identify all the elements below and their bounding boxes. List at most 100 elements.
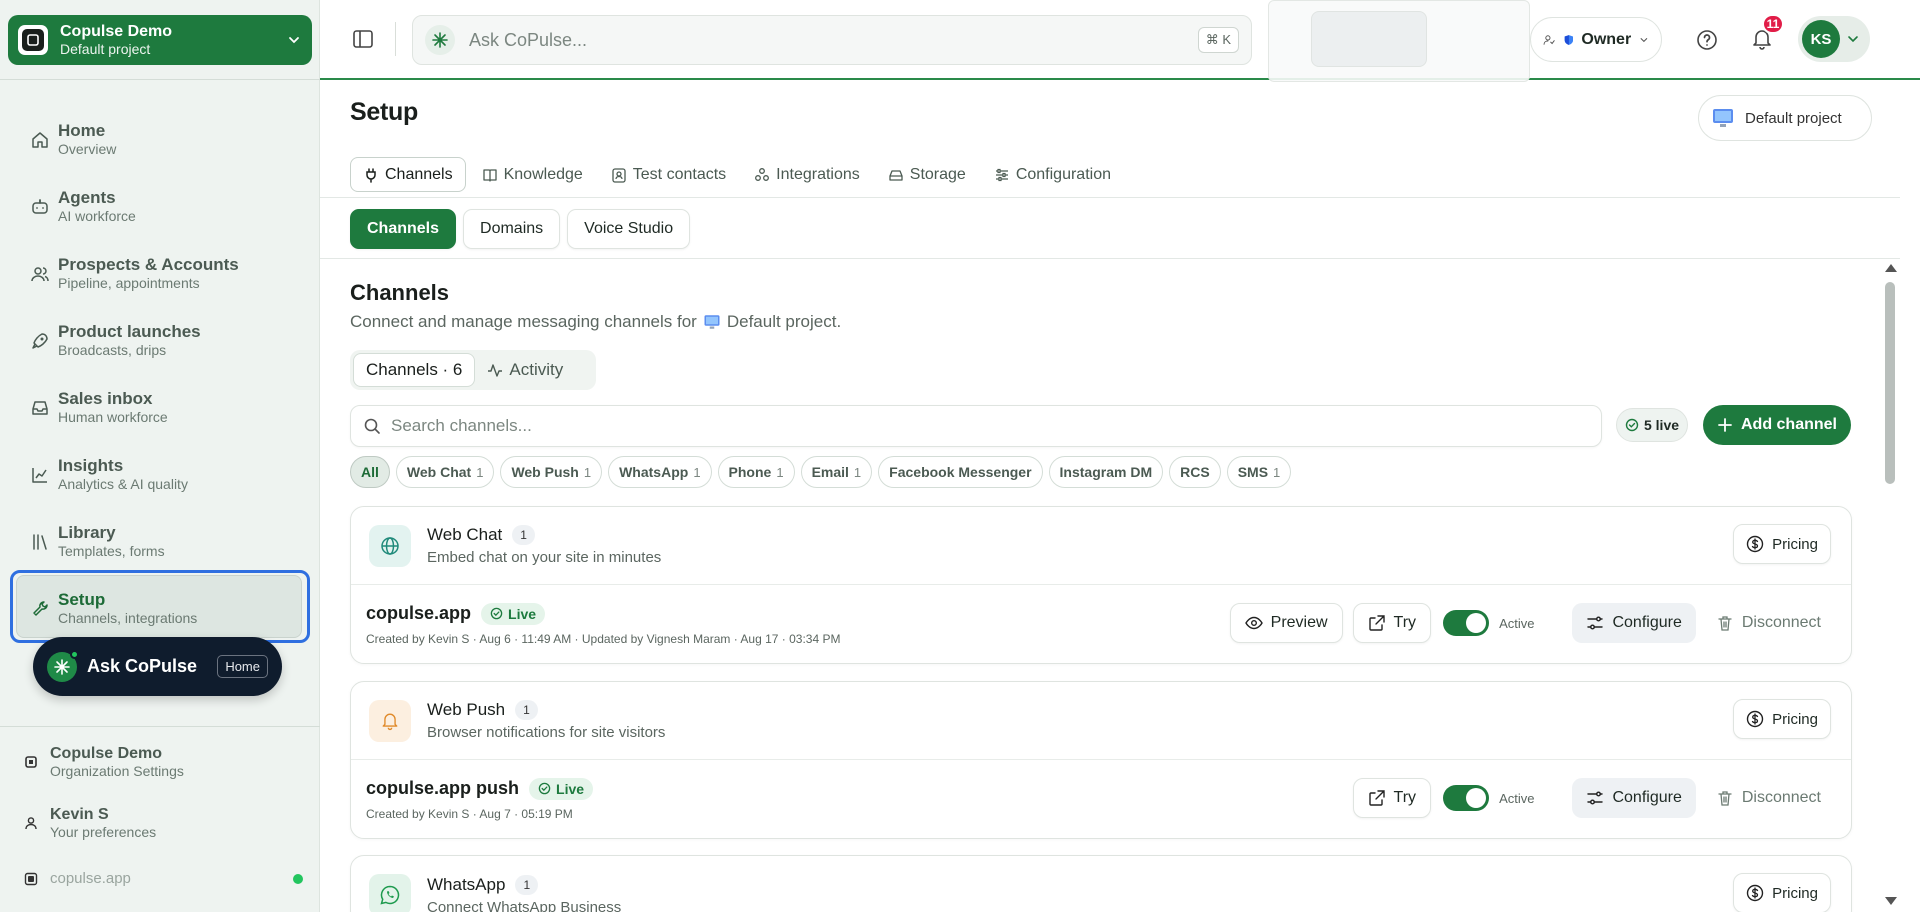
filter-chip-all[interactable]: All [350,456,390,488]
whatsapp-icon [369,874,411,912]
pricing-button[interactable]: Pricing [1733,873,1831,912]
workspace-switcher[interactable]: Copulse Demo Default project [8,15,312,65]
tab-test-contacts[interactable]: Test contacts [599,157,738,192]
inner-tab-activity[interactable]: Activity [475,353,575,387]
filter-chip-phone[interactable]: Phone 1 [717,456,795,488]
filter-chip-facebook-messenger[interactable]: Facebook Messenger [878,456,1043,488]
configure-button[interactable]: Configure [1572,778,1696,818]
active-label: Active [1499,615,1535,631]
sidebar: Copulse Demo Default project Home Overvie… [0,0,320,912]
channel-name: Web Push [427,700,506,719]
home-icon [32,131,48,148]
check-circle-icon [1625,418,1639,432]
active-toggle[interactable] [1443,610,1490,636]
sparkle-icon [425,25,455,55]
chevron-down-icon [1640,37,1648,42]
filter-chip-email[interactable]: Email 1 [800,456,873,488]
tabs-divider [320,197,1900,198]
eye-icon [1244,616,1263,630]
domain-link[interactable]: copulse.app [0,870,320,887]
channel-tagline: Connect WhatsApp Business [427,898,622,912]
site-icon [24,872,38,885]
overlay-menu-item[interactable] [1311,11,1427,67]
add-channel-button[interactable]: Add channel [1703,405,1851,445]
tab-storage[interactable]: Storage [876,157,978,192]
disconnect-button[interactable]: Disconnect [1706,778,1831,818]
user-icon [25,817,37,830]
tab-knowledge[interactable]: Knowledge [470,157,595,192]
channel-card-header: Web Chat 1 Embed chat on your site in min… [351,507,1851,585]
tab-channels[interactable]: Channels [350,157,466,192]
channel-search-input[interactable]: Search channels... [350,405,1602,447]
pricing-button[interactable]: Pricing [1733,524,1831,564]
try-button[interactable]: Try [1352,778,1432,818]
scroll-up-arrow-icon[interactable] [1885,264,1897,272]
ask-copulse-search[interactable]: Ask CoPulse... ⌘ K [412,15,1252,65]
tab-integrations[interactable]: Integrations [742,157,872,192]
avatar: KS [1802,20,1840,58]
org-icon [25,756,37,768]
sidebar-item-home[interactable]: Home Overview [0,106,320,173]
org-settings-link[interactable]: Copulse Demo Organization Settings [0,745,320,779]
channels-view-tabs: Channels · 6 Activity [350,350,596,390]
role-selector[interactable]: Owner [1530,17,1662,62]
search-placeholder: Ask CoPulse... [469,29,588,50]
filter-chip-whatsapp[interactable]: WhatsApp 1 [608,456,712,488]
toggle-knob [1466,788,1487,808]
filter-chip-web-push[interactable]: Web Push 1 [500,456,603,488]
sidebar-item-sales-inbox[interactable]: Sales inbox Human workforce [0,374,320,441]
subtab-voice-studio[interactable]: Voice Studio [567,209,691,249]
trash-icon [1718,791,1732,806]
tab-configuration[interactable]: Configuration [982,157,1123,192]
wrench-icon [33,600,48,616]
live-count-badge: 5 live [1616,408,1688,442]
search-shortcut: ⌘ K [1197,27,1239,53]
top-bar: Ask CoPulse... ⌘ K Owner 11 KS [320,0,1920,82]
subtab-domains[interactable]: Domains [463,209,561,249]
user-menu[interactable]: KS [1798,16,1870,62]
filter-chip-instagram-dm[interactable]: Instagram DM [1048,456,1164,488]
live-status-badge: Live [481,602,546,625]
sparkle-icon [47,649,79,682]
disconnect-button[interactable]: Disconnect [1706,603,1831,643]
sidebar-item-library[interactable]: Library Templates, forms [0,508,320,575]
user-preferences-link[interactable]: Kevin S Your preferences [0,806,320,840]
scrollbar-thumb[interactable] [1885,282,1895,484]
sidebar-toggle-icon[interactable] [352,28,374,50]
active-toggle[interactable] [1443,785,1490,811]
try-button[interactable]: Try [1352,603,1432,643]
filter-chip-web-chat[interactable]: Web Chat 1 [395,456,495,488]
pricing-button[interactable]: Pricing [1733,699,1831,739]
help-icon[interactable] [1695,28,1719,52]
subtab-channels[interactable]: Channels [350,209,457,249]
sub-tabs: Channels Domains Voice Studio [350,209,691,249]
book-icon [482,168,497,182]
sidebar-item-agents[interactable]: Agents AI workforce [0,173,320,240]
sidebar-item-prospects[interactable]: Prospects & Accounts Pipeline, appointmen… [0,240,320,307]
channel-card-whatsapp: WhatsApp 1 Connect WhatsApp Business Pric… [350,855,1852,912]
sliders-icon [995,168,1008,181]
filter-chip-sms[interactable]: SMS 1 [1226,456,1292,488]
filter-chip-rcs[interactable]: RCS [1169,456,1221,488]
scroll-down-arrow-icon[interactable] [1885,897,1897,905]
sidebar-item-product-launches[interactable]: Product launches Broadcasts, drips [0,307,320,374]
domain-label: copulse.app [50,870,131,887]
sidebar-item-insights[interactable]: Insights Analytics & AI quality [0,441,320,508]
channel-count: 1 [515,700,538,720]
ask-copulse-button[interactable]: Ask CoPulse Home [33,637,282,696]
chart-icon [32,467,47,483]
section-title: Channels [350,280,450,305]
channel-card-web-chat: Web Chat 1 Embed chat on your site in min… [350,506,1852,664]
sidebar-footer-divider [0,726,320,727]
inner-tab-channels[interactable]: Channels · 6 [353,353,476,387]
dollar-circle-icon [1746,535,1764,553]
instance-actions: Try Active Configure Disconnect [1352,778,1831,818]
project-button[interactable]: Default project [1698,95,1872,141]
preview-button[interactable]: Preview [1229,603,1343,643]
sliders-icon [1587,616,1604,630]
sidebar-divider [0,79,320,80]
sidebar-item-setup[interactable]: Setup Channels, integrations [0,575,320,642]
channel-count: 1 [512,525,535,545]
main-tabs: Channels Knowledge Test contacts Integra… [350,157,1123,192]
configure-button[interactable]: Configure [1572,603,1696,643]
